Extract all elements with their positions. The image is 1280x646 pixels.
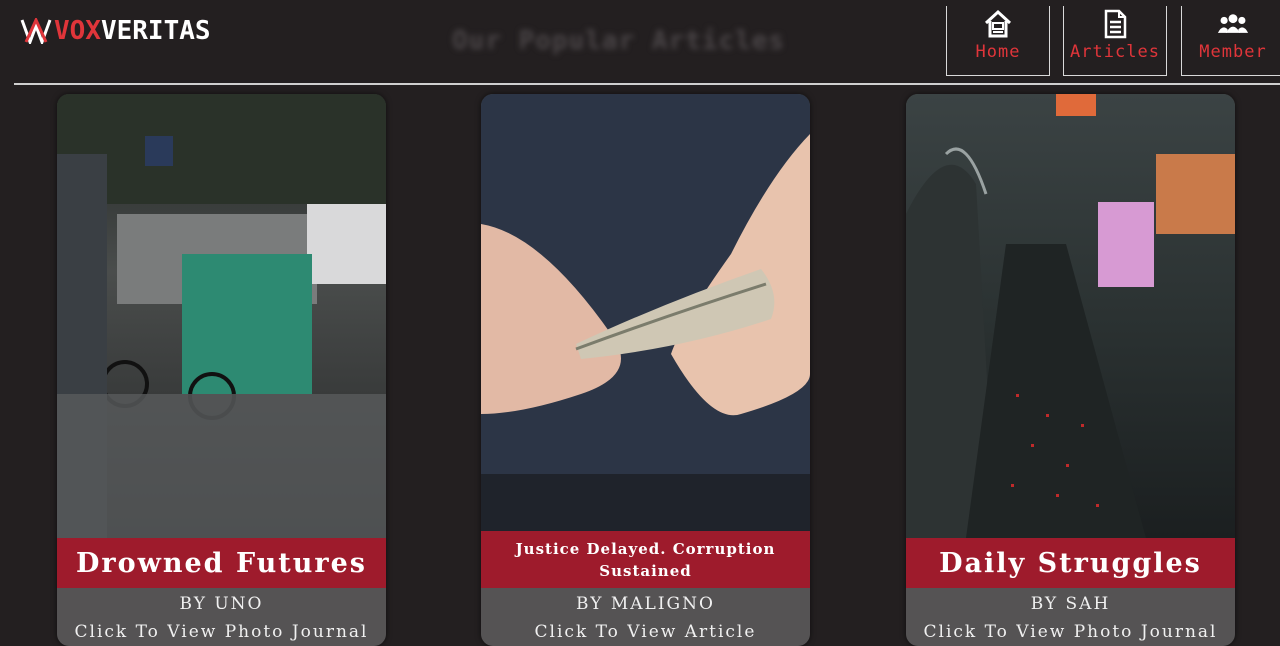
- card-cta-link[interactable]: Click To View Article: [481, 622, 810, 642]
- logo-text-veritas: VERITAS: [100, 16, 211, 46]
- card-byline: BY SAH: [1030, 594, 1111, 614]
- nav-member-button[interactable]: Member: [1181, 6, 1280, 76]
- nav-home-button[interactable]: Home: [946, 6, 1050, 76]
- logo-text-vox: VOX: [54, 16, 101, 46]
- home-icon: [984, 9, 1012, 38]
- article-card-justice-delayed[interactable]: Justice Delayed. Corruption Sustained BY…: [481, 94, 810, 646]
- card-cta-link[interactable]: Click To View Photo Journal: [57, 622, 386, 642]
- header-divider: [14, 83, 1280, 85]
- site-logo[interactable]: VOX VERITAS: [20, 16, 211, 46]
- card-cta-link[interactable]: Click To View Photo Journal: [906, 622, 1235, 642]
- logo-mark-icon: [20, 18, 52, 44]
- document-icon: [1104, 9, 1127, 39]
- article-card-daily-struggles[interactable]: Daily Struggles BY SAH Click To View Pho…: [906, 94, 1235, 646]
- page-heading: Our Popular Articles: [452, 26, 786, 56]
- card-byline: BY MALIGNO: [576, 594, 715, 614]
- article-card-drowned-futures[interactable]: Drowned Futures BY UNO Click To View Pho…: [57, 94, 386, 646]
- hands-holding-cash-photo: [481, 94, 810, 531]
- users-icon: [1217, 14, 1249, 33]
- nav-member-label: Member: [1199, 42, 1267, 62]
- nav-articles-label: Articles: [1070, 42, 1160, 62]
- site-header: VOX VERITAS Our Popular Articles Home Art…: [0, 0, 1280, 84]
- traffic-jam-flyover-photo: [906, 94, 1235, 538]
- card-byline: BY UNO: [179, 594, 264, 614]
- card-title: Justice Delayed. Corruption Sustained: [481, 531, 810, 588]
- flooded-street-pedicab-photo: [57, 94, 386, 538]
- card-title: Drowned Futures: [57, 538, 386, 588]
- nav-home-label: Home: [975, 42, 1021, 62]
- card-title: Daily Struggles: [906, 538, 1235, 588]
- nav-articles-button[interactable]: Articles: [1063, 6, 1167, 76]
